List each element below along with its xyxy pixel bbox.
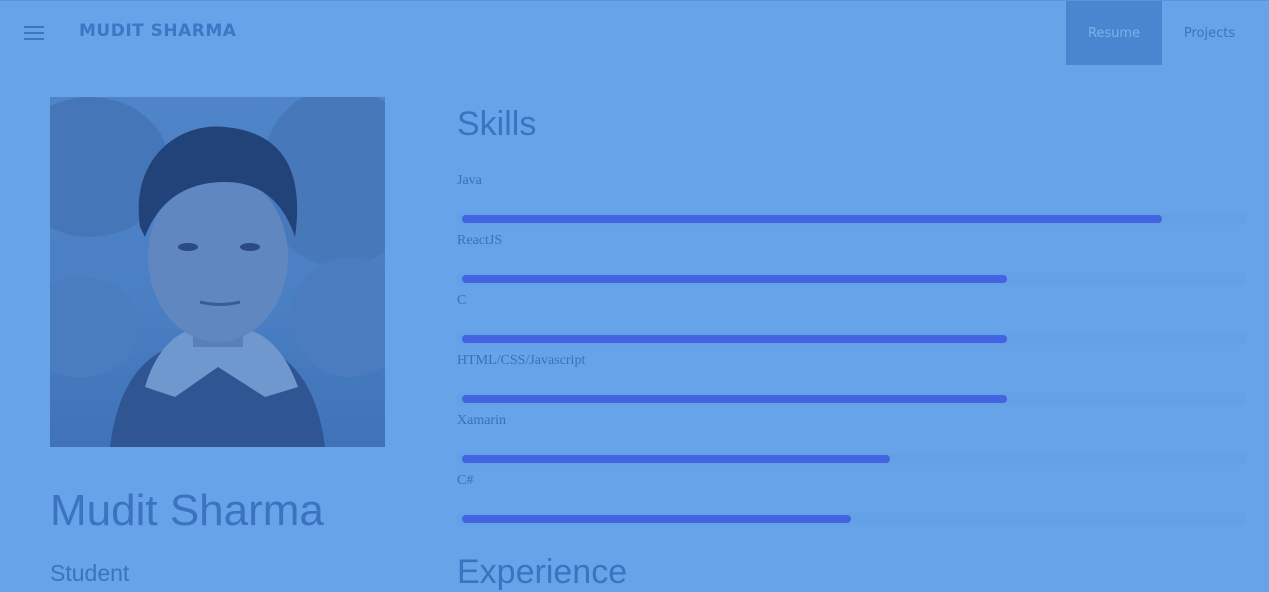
skill-bar-csharp	[457, 513, 1245, 525]
profile-name: Mudit Sharma	[50, 486, 324, 535]
navbar: MUDIT SHARMA Resume Projects	[0, 1, 1269, 65]
skill-fill-c	[462, 335, 1007, 343]
profile-role: Student	[50, 560, 130, 586]
skill-label-xamarin: Xamarin	[457, 413, 506, 428]
skill-bar-xamarin	[457, 453, 1245, 465]
skill-fill-reactjs	[462, 275, 1007, 283]
skill-bar-c	[457, 333, 1245, 345]
skill-bar-html-css-js	[457, 393, 1245, 405]
skill-label-csharp: C#	[457, 473, 474, 488]
skill-fill-java	[462, 215, 1162, 223]
profile-photo	[50, 97, 385, 447]
tab-resume[interactable]: Resume	[1066, 1, 1162, 65]
tab-projects[interactable]: Projects	[1162, 1, 1257, 65]
skill-fill-xamarin	[462, 455, 890, 463]
skill-bar-java	[457, 213, 1245, 225]
brand-title[interactable]: MUDIT SHARMA	[79, 21, 236, 41]
skill-label-html-css-js: HTML/CSS/Javascript	[457, 353, 586, 368]
skill-bar-reactjs	[457, 273, 1245, 285]
skill-label-java: Java	[457, 173, 482, 188]
menu-icon[interactable]	[24, 26, 44, 40]
skill-fill-html-css-js	[462, 395, 1007, 403]
skill-label-reactjs: ReactJS	[457, 233, 503, 248]
experience-title: Experience	[457, 553, 628, 591]
skills-title: Skills	[457, 105, 537, 143]
skill-label-c: C	[457, 293, 467, 308]
skill-fill-csharp	[462, 515, 851, 523]
